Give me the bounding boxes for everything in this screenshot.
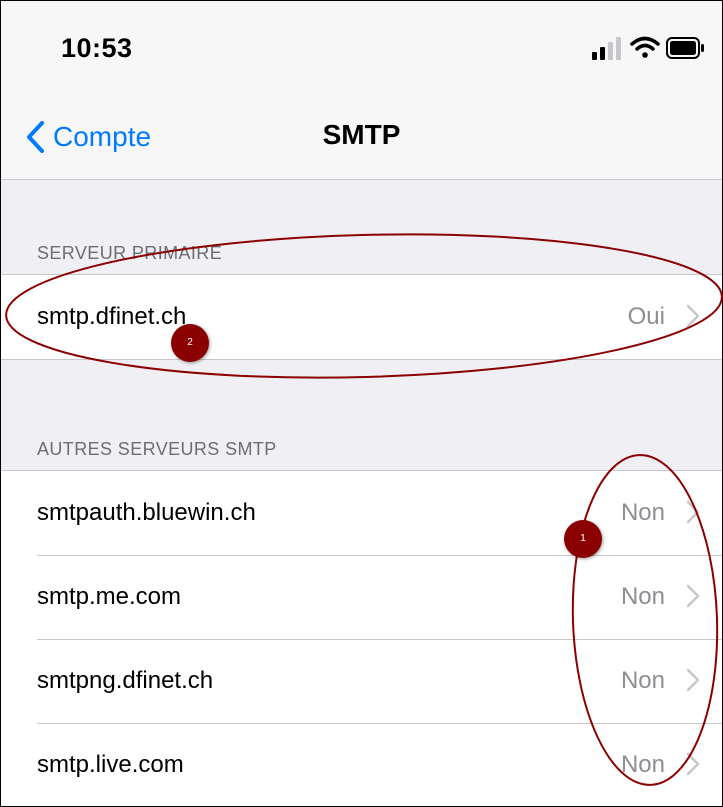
server-name: smtp.me.com <box>37 583 182 610</box>
status-icons <box>592 36 704 60</box>
section-header-others: AUTRES SERVEURS SMTP <box>37 439 277 459</box>
wifi-icon <box>630 36 660 58</box>
status-time: 10:53 <box>61 33 133 63</box>
primary-server-group: smtp.dfinet.ch Oui <box>1 274 722 360</box>
server-status: Oui <box>627 303 665 330</box>
server-row-smtpauth-bluewin[interactable]: smtpauth.bluewin.ch Non <box>1 471 722 555</box>
battery-icon <box>666 37 704 59</box>
annotation-marker-1: 1 <box>564 520 602 558</box>
server-name: smtpauth.bluewin.ch <box>37 499 256 526</box>
chevron-right-icon <box>686 584 700 608</box>
other-servers-group: smtpauth.bluewin.ch Non smtp.me.com Non … <box>1 470 722 806</box>
server-status: Non <box>620 499 665 526</box>
chevron-right-icon <box>686 304 700 328</box>
server-row-smtpng-dfinet[interactable]: smtpng.dfinet.ch Non <box>1 639 722 723</box>
chevron-right-icon <box>686 752 700 776</box>
annotation-marker-2: 2 <box>171 324 209 362</box>
navigation-bar: 10:53 Compte SMTP <box>1 1 722 180</box>
server-name: smtp.live.com <box>37 751 184 778</box>
server-status: Non <box>620 583 665 610</box>
server-status: Non <box>620 751 665 778</box>
signal-icon <box>592 37 621 60</box>
section-header-primary: SERVEUR PRIMAIRE <box>37 243 223 263</box>
server-row-smtp-live[interactable]: smtp.live.com Non <box>1 723 722 806</box>
chevron-right-icon <box>686 500 700 524</box>
server-name: smtpng.dfinet.ch <box>37 667 214 694</box>
phone-screen: 10:53 Compte SMTP SERVEUR PRIMAIRE smtp.… <box>0 0 723 807</box>
chevron-right-icon <box>686 668 700 692</box>
server-row-smtp-me[interactable]: smtp.me.com Non <box>1 555 722 639</box>
page-title: SMTP <box>322 119 401 150</box>
server-name: smtp.dfinet.ch <box>37 303 187 330</box>
server-row-smtp-dfinet[interactable]: smtp.dfinet.ch Oui <box>1 275 722 359</box>
server-status: Non <box>620 667 665 694</box>
